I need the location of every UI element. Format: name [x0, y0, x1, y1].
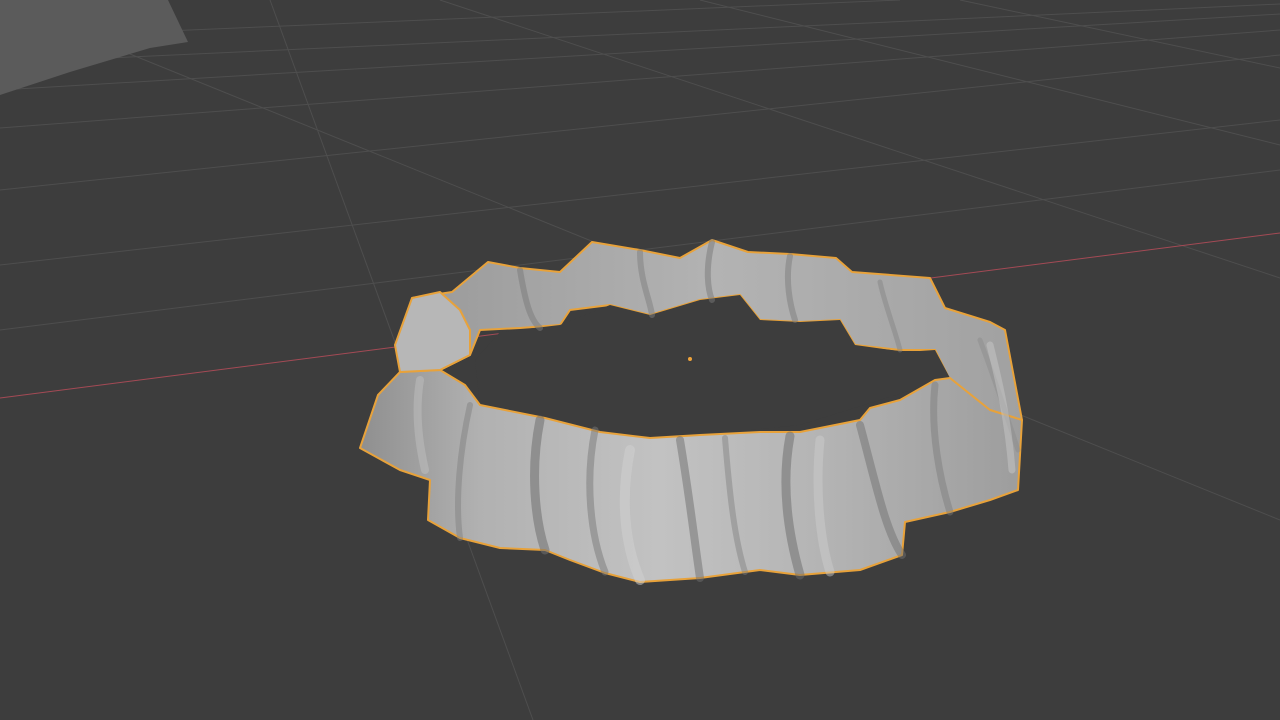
object-origin-marker [688, 357, 692, 361]
3d-viewport[interactable] [0, 0, 1280, 720]
ruffled-ring-object[interactable] [359, 239, 1023, 585]
viewport-canvas[interactable] [0, 0, 1280, 720]
